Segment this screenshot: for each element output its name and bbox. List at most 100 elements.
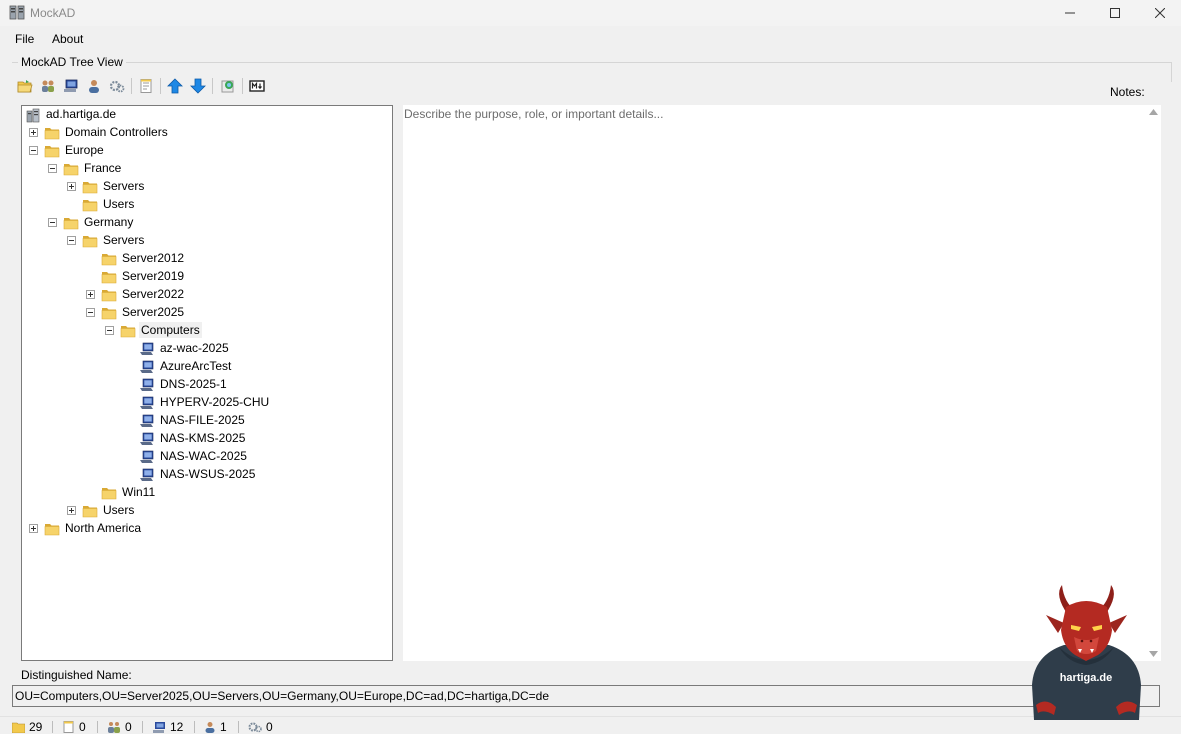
distinguished-name-label: Distinguished Name: <box>21 668 132 682</box>
tree-node-label: Users <box>103 197 135 211</box>
computer-icon <box>139 359 155 375</box>
computer-icon <box>139 413 155 429</box>
tree-node[interactable]: Server2025 <box>22 304 392 322</box>
tree-node[interactable]: Server2019 <box>22 268 392 286</box>
add-service-button[interactable] <box>106 75 128 97</box>
notes-button[interactable] <box>135 75 157 97</box>
computer-icon <box>153 722 165 733</box>
tree-node[interactable]: Server2022 <box>22 286 392 304</box>
status-group-count: 0 <box>107 720 132 734</box>
tree-node[interactable]: Europe <box>22 142 392 160</box>
tree-node-label: North America <box>65 521 142 535</box>
tree-node-label: Win11 <box>122 485 156 499</box>
expand-plus-icon[interactable] <box>29 524 38 533</box>
collapse-minus-icon[interactable] <box>86 308 95 317</box>
tree-node-label: NAS-WAC-2025 <box>160 449 247 463</box>
tree-node-label: NAS-KMS-2025 <box>160 431 246 445</box>
add-computer-button[interactable] <box>60 75 82 97</box>
tree-node[interactable]: DNS-2025-1 <box>22 376 392 394</box>
folder-icon <box>44 143 60 159</box>
expand-plus-icon[interactable] <box>67 506 76 515</box>
tree-node[interactable]: HYPERV-2025-CHU <box>22 394 392 412</box>
expand-plus-icon[interactable] <box>86 290 95 299</box>
tree-node[interactable]: Server2012 <box>22 250 392 268</box>
tree-node-label: Server2022 <box>122 287 185 301</box>
user-icon <box>89 80 99 93</box>
tree-node[interactable]: NAS-WAC-2025 <box>22 448 392 466</box>
minimize-button[interactable] <box>1047 0 1093 26</box>
gear-icon <box>109 80 125 93</box>
collapse-minus-icon[interactable] <box>105 326 114 335</box>
close-icon <box>1155 8 1165 18</box>
menu-file[interactable]: File <box>15 32 34 46</box>
tree-node[interactable]: Servers <box>22 178 392 196</box>
tree-node[interactable]: NAS-FILE-2025 <box>22 412 392 430</box>
maximize-button[interactable] <box>1092 0 1138 26</box>
tree-node[interactable]: AzureArcTest <box>22 358 392 376</box>
expand-plus-icon[interactable] <box>29 128 38 137</box>
tree-node[interactable]: France <box>22 160 392 178</box>
scroll-up-icon[interactable] <box>1149 109 1158 115</box>
folder-icon <box>101 485 117 501</box>
tree-node[interactable]: North America <box>22 520 392 538</box>
tree-node[interactable]: Users <box>22 196 392 214</box>
tree-node[interactable]: Computers <box>22 322 392 340</box>
notes-placeholder: Describe the purpose, role, or important… <box>404 107 664 121</box>
tree-node[interactable]: az-wac-2025 <box>22 340 392 358</box>
expand-plus-icon[interactable] <box>67 182 76 191</box>
tree-node-label: France <box>84 161 122 175</box>
tree-node[interactable]: Servers <box>22 232 392 250</box>
status-user-count: 1 <box>204 720 227 734</box>
tree-node-label: Germany <box>84 215 134 229</box>
tree-node[interactable]: ad.hartiga.de <box>22 106 392 124</box>
tree-node[interactable]: NAS-WSUS-2025 <box>22 466 392 484</box>
tree-node-label: HYPERV-2025-CHU <box>160 395 270 409</box>
notes-textarea[interactable]: Describe the purpose, role, or important… <box>403 105 1161 661</box>
tree-node-label: NAS-FILE-2025 <box>160 413 245 427</box>
notes-icon <box>140 79 152 93</box>
server-icon <box>9 5 25 20</box>
tree-node-label: az-wac-2025 <box>160 341 229 355</box>
scroll-down-icon[interactable] <box>1149 651 1158 657</box>
collapse-minus-icon[interactable] <box>67 236 76 245</box>
computer-icon <box>139 341 155 357</box>
tree-node[interactable]: Germany <box>22 214 392 232</box>
refresh-button[interactable] <box>217 75 239 97</box>
tree-node[interactable]: NAS-KMS-2025 <box>22 430 392 448</box>
open-folder-button[interactable] <box>14 75 36 97</box>
group-title: MockAD Tree View <box>18 55 126 69</box>
add-user-button[interactable] <box>83 75 105 97</box>
tree-node-label: Users <box>103 503 135 517</box>
folder-icon <box>44 521 60 537</box>
menu-about[interactable]: About <box>52 32 83 46</box>
folder-icon <box>44 125 60 141</box>
collapse-minus-icon[interactable] <box>48 164 57 173</box>
folder-icon <box>101 269 117 285</box>
folder-icon <box>82 197 98 213</box>
open-folder-icon <box>17 80 33 93</box>
mascot-text: hartiga.de <box>1060 672 1113 684</box>
tree-node-label: Servers <box>103 233 145 247</box>
computer-icon <box>64 79 78 92</box>
tree-node[interactable]: Win11 <box>22 484 392 502</box>
tree-node[interactable]: Users <box>22 502 392 520</box>
collapse-minus-icon[interactable] <box>48 218 57 227</box>
status-notes-count: 0 <box>63 720 86 734</box>
distinguished-name-field[interactable]: OU=Computers,OU=Server2025,OU=Servers,OU… <box>12 685 1160 707</box>
group-icon <box>42 80 54 92</box>
ad-tree-view[interactable]: ad.hartiga.de Domain Controllers Europe Fra… <box>21 105 393 661</box>
tree-node[interactable]: Domain Controllers <box>22 124 392 142</box>
status-ou-count: 29 <box>12 720 42 734</box>
arrow-up-icon <box>167 78 183 94</box>
close-button[interactable] <box>1137 0 1181 26</box>
refresh-icon <box>221 80 234 93</box>
move-up-button[interactable] <box>164 75 186 97</box>
markdown-icon <box>249 80 265 92</box>
user-icon <box>205 722 215 733</box>
collapse-minus-icon[interactable] <box>29 146 38 155</box>
folder-icon <box>12 722 25 733</box>
tree-node-label: Europe <box>65 143 104 157</box>
add-group-button[interactable] <box>37 75 59 97</box>
move-down-button[interactable] <box>187 75 209 97</box>
markdown-export-button[interactable] <box>246 75 268 97</box>
